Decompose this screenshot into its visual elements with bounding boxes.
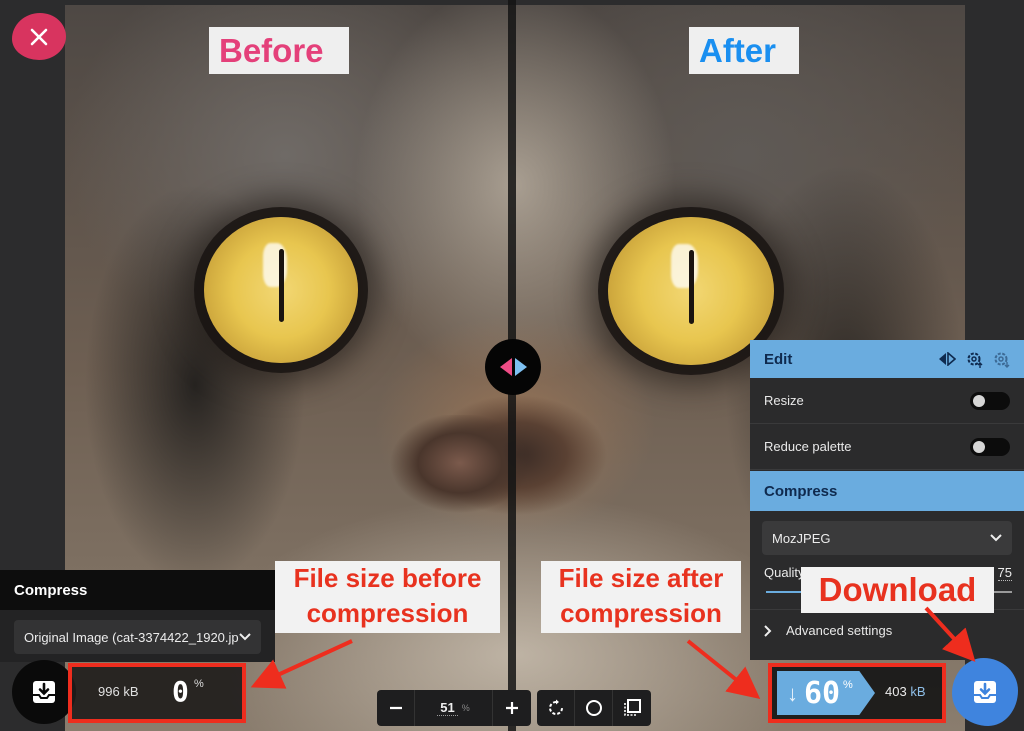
close-icon	[30, 28, 48, 45]
settings-upload-icon[interactable]	[966, 351, 983, 368]
annotation-download-text: Download	[801, 567, 994, 613]
plus-icon	[506, 702, 518, 714]
resize-toggle[interactable]	[970, 391, 1010, 410]
download-compressed-button[interactable]	[952, 658, 1018, 726]
cat-nose	[375, 415, 545, 535]
before-label: Before	[209, 27, 349, 74]
advanced-settings-toggle[interactable]: Advanced settings	[750, 609, 1024, 651]
zoom-level-value: 51	[437, 700, 458, 716]
close-button[interactable]	[12, 13, 66, 60]
compress-header: Compress	[750, 471, 1024, 511]
zoom-out-button[interactable]	[377, 690, 415, 726]
zoom-group: 51 %	[377, 690, 531, 726]
edit-header: Edit	[750, 340, 1024, 378]
chevron-right-icon	[764, 624, 772, 637]
resize-label: Resize	[764, 393, 804, 408]
circle-icon	[585, 700, 602, 716]
download-icon	[974, 681, 996, 703]
split-view-icon[interactable]	[938, 352, 956, 366]
advanced-settings-label: Advanced settings	[786, 623, 893, 638]
quality-value-input[interactable]: 75	[997, 565, 1012, 581]
download-original-button[interactable]	[12, 660, 76, 724]
annotation-after-text: File size after compression	[541, 561, 741, 633]
zoom-in-button[interactable]	[493, 690, 531, 726]
codec-select-value: MozJPEG	[772, 530, 831, 546]
annotation-box-before	[68, 663, 246, 723]
arrow-right-icon	[514, 358, 527, 376]
minus-icon	[389, 706, 402, 710]
rotate-icon	[548, 699, 563, 715]
rotate-button[interactable]	[537, 690, 575, 726]
reduce-palette-label: Reduce palette	[764, 439, 852, 454]
zoom-toolbar: 51 %	[377, 690, 651, 726]
zoom-level-input[interactable]: 51 %	[415, 690, 493, 726]
view-tools-group	[537, 690, 651, 726]
arrow-left-icon	[499, 358, 512, 376]
zoom-level-unit: %	[461, 703, 470, 713]
crop-view-button[interactable]	[613, 690, 651, 726]
compress-title: Compress	[764, 482, 838, 500]
left-source-select[interactable]: Original Image (cat-3374422_1920.jp	[14, 620, 261, 654]
download-icon	[33, 681, 55, 703]
cat-eye-left	[204, 217, 358, 363]
left-source-select-value: Original Image (cat-3374422_1920.jp	[24, 629, 239, 645]
settings-download-icon[interactable]	[993, 351, 1010, 368]
codec-select[interactable]: MozJPEG	[762, 521, 1012, 555]
left-compress-panel: Compress Original Image (cat-3374422_192…	[0, 570, 275, 662]
background-toggle-button[interactable]	[575, 690, 613, 726]
quality-label: Quality	[764, 565, 805, 580]
crop-view-icon	[624, 699, 641, 716]
chevron-down-icon	[239, 633, 251, 641]
reduce-palette-row: Reduce palette	[750, 424, 1024, 470]
reduce-palette-toggle[interactable]	[970, 437, 1010, 456]
resize-row: Resize	[750, 378, 1024, 424]
after-label: After	[689, 27, 799, 74]
edit-title: Edit	[764, 350, 793, 368]
chevron-down-icon	[990, 534, 1002, 542]
annotation-before-text: File size before compression	[275, 561, 500, 633]
compare-divider-handle[interactable]	[485, 339, 541, 395]
left-compress-title: Compress	[0, 570, 275, 610]
annotation-box-after	[768, 663, 946, 723]
